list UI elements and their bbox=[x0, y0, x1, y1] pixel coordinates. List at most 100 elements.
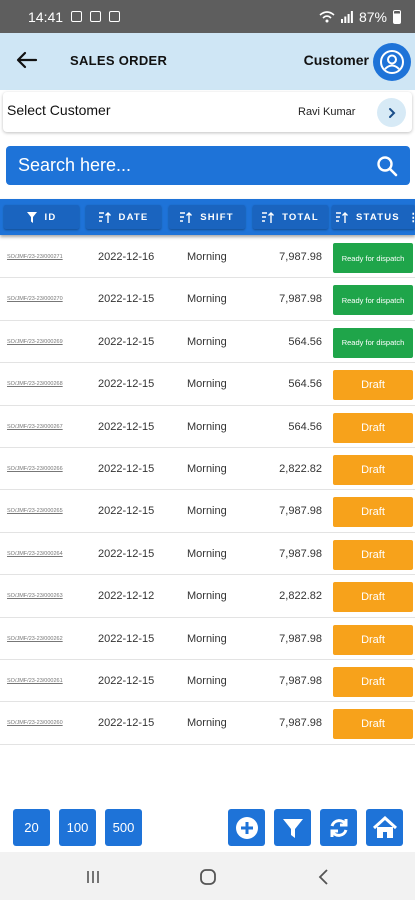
status-right: 87% bbox=[319, 9, 401, 25]
order-date: 2022-12-12 bbox=[98, 590, 155, 603]
recent-apps-button[interactable] bbox=[82, 866, 104, 888]
page-size-20-button[interactable]: 20 bbox=[13, 809, 50, 846]
order-shift: Morning bbox=[187, 717, 227, 730]
footer-toolbar: 20 100 500 bbox=[0, 797, 415, 852]
order-date: 2022-12-16 bbox=[98, 251, 155, 263]
order-shift: Morning bbox=[187, 420, 227, 433]
status-badge[interactable]: Draft bbox=[333, 497, 413, 528]
signal-icon bbox=[340, 10, 353, 23]
table-row[interactable]: SO/JMF/23-23/000269 2022-12-15 Morning 5… bbox=[0, 321, 415, 364]
filter-button[interactable] bbox=[274, 809, 311, 846]
status-badge[interactable]: Draft bbox=[333, 455, 413, 485]
recent-apps-icon bbox=[87, 871, 99, 883]
order-id-link[interactable]: SO/JMF/23-23/000261 bbox=[7, 678, 63, 684]
table-row[interactable]: SO/JMF/23-23/000265 2022-12-15 Morning 7… bbox=[0, 490, 415, 533]
bag-icon bbox=[109, 11, 121, 22]
table-row[interactable]: SO/JMF/23-23/000271 2022-12-16 Morning 7… bbox=[0, 236, 415, 279]
select-customer-label: Select Customer bbox=[7, 102, 111, 118]
table-row[interactable]: SO/JMF/23-23/000267 2022-12-15 Morning 5… bbox=[0, 406, 415, 448]
table-row[interactable]: SO/JMF/23-23/000264 2022-12-15 Morning 7… bbox=[0, 533, 415, 576]
customer-avatar-button[interactable] bbox=[373, 43, 411, 81]
order-shift: Morning bbox=[187, 293, 227, 306]
status-badge[interactable]: Draft bbox=[333, 709, 413, 740]
wifi-icon bbox=[319, 10, 335, 22]
order-date: 2022-12-15 bbox=[98, 293, 155, 306]
sort-icon bbox=[98, 211, 111, 223]
page-size-100-button[interactable]: 100 bbox=[59, 809, 96, 846]
order-date: 2022-12-15 bbox=[98, 632, 155, 645]
back-nav-button[interactable] bbox=[313, 866, 335, 888]
column-header-shift[interactable]: SHIFT bbox=[169, 205, 245, 229]
table-row[interactable]: SO/JMF/23-23/000268 2022-12-15 Morning 5… bbox=[0, 363, 415, 406]
order-id-link[interactable]: SO/JMF/23-23/000267 bbox=[7, 424, 63, 430]
order-total: 7,987.98 bbox=[279, 632, 322, 645]
search-input[interactable]: Search here... bbox=[18, 155, 131, 176]
status-time: 14:41 bbox=[28, 8, 64, 25]
filter-icon bbox=[26, 211, 37, 223]
status-badge[interactable]: Draft bbox=[333, 370, 413, 401]
status-badge[interactable]: Draft bbox=[333, 624, 413, 655]
system-nav-bar bbox=[0, 852, 415, 900]
status-badge[interactable]: Ready for dispatch bbox=[333, 243, 413, 273]
order-total: 2,822.82 bbox=[279, 463, 322, 475]
status-badge[interactable]: Draft bbox=[333, 667, 413, 697]
order-id-link[interactable]: SO/JMF/23-23/000271 bbox=[7, 254, 63, 260]
refresh-icon bbox=[330, 818, 347, 837]
order-id-link[interactable]: SO/JMF/23-23/000260 bbox=[7, 720, 63, 726]
order-date: 2022-12-15 bbox=[98, 463, 155, 475]
order-total: 7,987.98 bbox=[279, 547, 322, 560]
home-button[interactable] bbox=[366, 809, 403, 846]
order-id-link[interactable]: SO/JMF/23-23/000262 bbox=[7, 636, 63, 642]
status-badge[interactable]: Ready for dispatch bbox=[333, 327, 413, 358]
table-row[interactable]: SO/JMF/23-23/000261 2022-12-15 Morning 7… bbox=[0, 660, 415, 703]
sort-icon bbox=[336, 211, 348, 223]
column-label-status: STATUS bbox=[356, 211, 400, 223]
order-total: 7,987.98 bbox=[279, 717, 322, 730]
order-shift: Morning bbox=[187, 590, 227, 603]
chevron-right-icon bbox=[388, 107, 395, 118]
add-button[interactable] bbox=[228, 809, 265, 846]
page-size-500-button[interactable]: 500 bbox=[105, 809, 142, 846]
column-header-date[interactable]: DATE bbox=[86, 205, 161, 229]
order-id-link[interactable]: SO/JMF/23-23/000270 bbox=[7, 296, 63, 302]
order-id-link[interactable]: SO/JMF/23-23/000269 bbox=[7, 339, 63, 345]
order-id-link[interactable]: SO/JMF/23-23/000265 bbox=[7, 508, 63, 514]
customer-chevron-button[interactable] bbox=[377, 98, 406, 127]
table-row[interactable]: SO/JMF/23-23/000262 2022-12-15 Morning 7… bbox=[0, 618, 415, 660]
order-total: 7,987.98 bbox=[279, 293, 322, 306]
page-title: SALES ORDER bbox=[70, 53, 168, 68]
sort-icon bbox=[180, 211, 193, 223]
status-badge[interactable]: Draft bbox=[333, 582, 413, 613]
table-row[interactable]: SO/JMF/23-23/000270 2022-12-15 Morning 7… bbox=[0, 278, 415, 321]
back-chevron-icon bbox=[318, 869, 328, 885]
status-badge[interactable]: Draft bbox=[333, 539, 413, 570]
refresh-button[interactable] bbox=[320, 809, 357, 846]
order-id-link[interactable]: SO/JMF/23-23/000268 bbox=[7, 381, 63, 387]
search-icon[interactable] bbox=[376, 155, 398, 177]
status-badge[interactable]: Draft bbox=[333, 412, 413, 443]
select-customer-row[interactable]: Select Customer Ravi Kumar bbox=[3, 92, 412, 132]
status-left: 14:41 bbox=[28, 8, 121, 25]
column-label-total: TOTAL bbox=[282, 211, 319, 223]
order-id-link[interactable]: SO/JMF/23-23/000264 bbox=[7, 551, 63, 557]
order-shift: Morning bbox=[187, 335, 227, 348]
table-row[interactable]: SO/JMF/23-23/000260 2022-12-15 Morning 7… bbox=[0, 702, 415, 745]
order-id-link[interactable]: SO/JMF/23-23/000266 bbox=[7, 466, 63, 472]
column-header-status[interactable]: STATUS ⋮ bbox=[332, 205, 415, 229]
status-badge[interactable]: Ready for dispatch bbox=[333, 285, 413, 316]
column-header-id[interactable]: ID bbox=[4, 205, 79, 229]
column-header-total[interactable]: TOTAL bbox=[253, 205, 328, 229]
order-date: 2022-12-15 bbox=[98, 717, 155, 730]
column-label-date: DATE bbox=[118, 211, 149, 223]
home-nav-button[interactable] bbox=[197, 866, 219, 888]
table-row[interactable] bbox=[0, 745, 415, 750]
table-row[interactable]: SO/JMF/23-23/000263 2022-12-12 Morning 2… bbox=[0, 575, 415, 618]
back-arrow-icon[interactable] bbox=[16, 49, 38, 71]
search-bar[interactable]: Search here... bbox=[6, 146, 410, 185]
battery-percent: 87% bbox=[358, 8, 387, 25]
order-shift: Morning bbox=[187, 251, 227, 263]
more-vert-icon: ⋮ bbox=[407, 211, 415, 224]
order-id-link[interactable]: SO/JMF/23-23/000263 bbox=[7, 593, 63, 599]
order-total: 7,987.98 bbox=[279, 675, 322, 687]
table-row[interactable]: SO/JMF/23-23/000266 2022-12-15 Morning 2… bbox=[0, 448, 415, 491]
